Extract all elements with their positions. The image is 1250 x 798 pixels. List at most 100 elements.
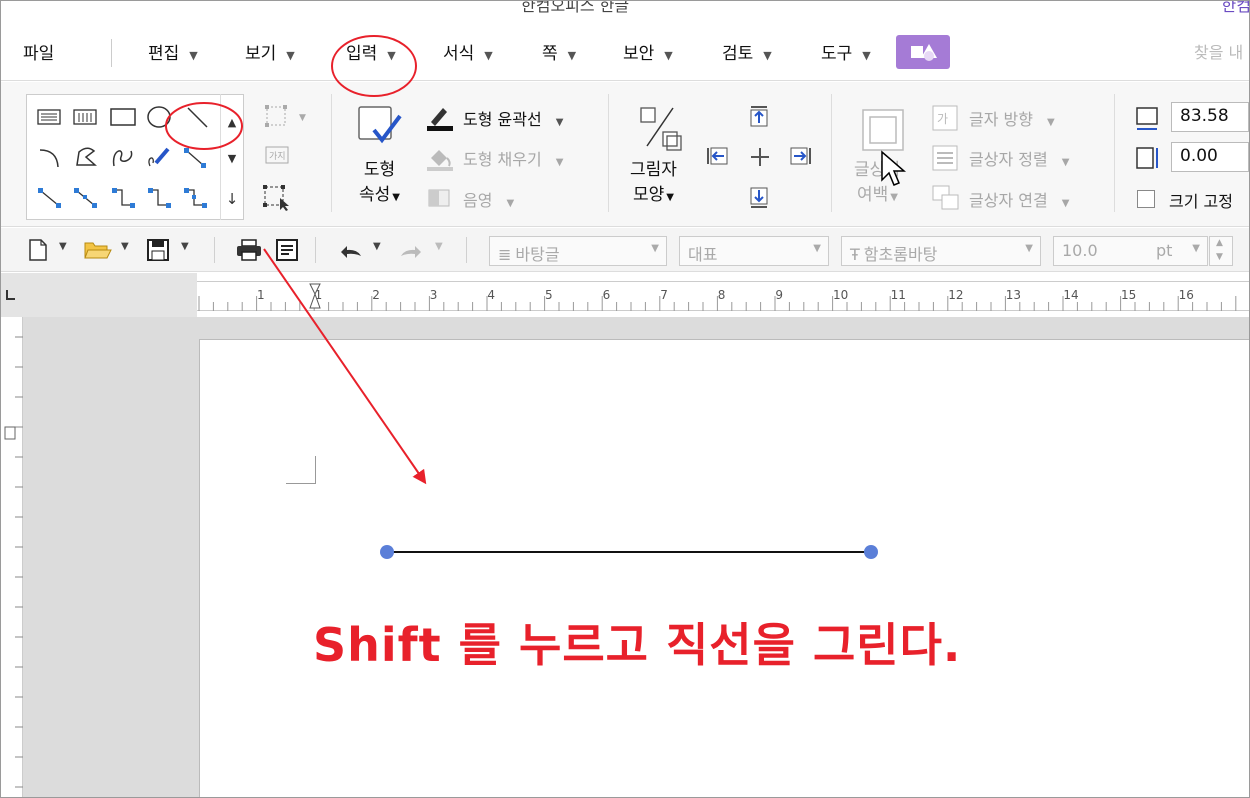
horizontal-ruler[interactable]: 1 1 2 3 4 5 6 7 8 9 10 11 12 13 14 15 16 xyxy=(197,281,1249,311)
vertical-textbox-shape-button[interactable] xyxy=(67,99,103,135)
shadow-down-button[interactable] xyxy=(747,184,771,214)
chevron-down-icon[interactable]: ▼ xyxy=(59,241,67,252)
language-select[interactable]: 대표 ▼ xyxy=(679,236,829,266)
shading-button[interactable]: 음영 ▼ xyxy=(463,187,514,211)
menu-file[interactable]: 파일 xyxy=(23,39,54,64)
font-size-stepper[interactable]: ▲ ▼ xyxy=(1209,236,1233,266)
shadow-up-button[interactable] xyxy=(747,104,771,134)
label-text: 글상자 정렬 xyxy=(969,150,1048,169)
shapes-icon xyxy=(911,44,937,61)
label-line: 도형 xyxy=(363,160,396,180)
menu-format[interactable]: 서식 ▼ xyxy=(443,39,493,64)
lang-value: 대표 xyxy=(688,245,718,264)
open-document-button[interactable] xyxy=(83,238,113,266)
connector-arrow-button[interactable] xyxy=(31,179,67,215)
stepper-down-icon[interactable]: ▼ xyxy=(1216,252,1223,262)
connector-elbow-arrow-button[interactable] xyxy=(141,179,177,215)
chevron-down-icon: ▼ xyxy=(1046,117,1055,128)
connector-elbow-icon xyxy=(112,188,135,208)
ellipse-shape-button[interactable] xyxy=(141,99,177,135)
arc-shape-button[interactable] xyxy=(31,139,67,175)
ruler-tick-label: 7 xyxy=(660,288,668,302)
chevron-down-icon: ▼ xyxy=(555,117,564,128)
shape-fill-button[interactable]: 도형 채우기 ▼ xyxy=(463,146,563,170)
text-direction-button[interactable]: 글자 방향 ▼ xyxy=(969,106,1055,130)
redo-button[interactable] xyxy=(397,238,425,266)
menu-review[interactable]: 검토 ▼ xyxy=(722,39,772,64)
menu-page[interactable]: 쪽 ▼ xyxy=(542,39,576,64)
document-page[interactable] xyxy=(199,339,1249,797)
standard-toolbar: ▼ ▼ ▼ ▼ ▼ ≣ 바탕글 ▼ 대표 ▼ Ŧ 함초롬바탕 ▼ 10.0 pt… xyxy=(1,228,1249,272)
menu-edit[interactable]: 편집 ▼ xyxy=(148,39,198,64)
ribbon-separator xyxy=(608,94,609,212)
ruler-tick-label: 9 xyxy=(775,288,783,302)
print-preview-button[interactable] xyxy=(275,238,299,266)
shadow-right-button[interactable] xyxy=(787,144,813,172)
label-line: 모양 ▼ xyxy=(630,183,677,210)
connector-double-arrow-button[interactable] xyxy=(67,179,103,215)
menu-tools[interactable]: 도구 ▼ xyxy=(821,39,871,64)
shadow-left-button[interactable] xyxy=(705,144,731,172)
shadow-percent-icon xyxy=(640,107,682,151)
chevron-down-icon[interactable]: ▼ xyxy=(373,241,381,252)
connector-elbow-double-button[interactable] xyxy=(177,179,213,215)
mouse-cursor-icon xyxy=(879,150,909,194)
shape-context-tab-button[interactable] xyxy=(896,35,950,69)
textbox-link-button[interactable]: 글상자 연결 ▼ xyxy=(969,187,1069,211)
arrow-up-icon xyxy=(750,106,768,127)
shape-properties-button[interactable] xyxy=(356,104,406,156)
title-bar: 한컴오피스 한글 한컴 xyxy=(1,1,1249,23)
vertical-ruler[interactable] xyxy=(1,317,23,797)
text-frame-icon: 가지 xyxy=(265,146,289,164)
font-select[interactable]: Ŧ 함초롬바탕 ▼ xyxy=(841,236,1041,266)
object-select-icon: ▼ xyxy=(265,105,306,127)
selection-pointer-icon xyxy=(263,185,289,211)
chevron-down-icon[interactable]: ▼ xyxy=(181,241,189,252)
label-text: 글자 방향 xyxy=(969,110,1033,129)
font-size-input[interactable]: 10.0 pt ▼ xyxy=(1053,236,1208,266)
freehand-shape-button[interactable] xyxy=(141,139,177,175)
redo-icon xyxy=(401,246,421,258)
style-list-icon: ≣ xyxy=(498,245,512,264)
line-shape-button[interactable] xyxy=(177,99,213,135)
height-input[interactable]: 0.00 xyxy=(1171,142,1249,172)
ribbon: ▲ ▼ ↓ ▼ 가지 도형 속성 ▼ 도형 윤곽선 ▼ 도형 채우기 ▼ 음영 … xyxy=(1,82,1249,227)
select-object-button[interactable] xyxy=(261,182,293,216)
ruler-corner[interactable] xyxy=(1,273,31,317)
connector-straight-button[interactable] xyxy=(177,139,213,175)
gallery-expand-icon[interactable]: ▼ xyxy=(221,152,243,165)
polygon-shape-button[interactable] xyxy=(67,139,103,175)
menu-view[interactable]: 보기 ▼ xyxy=(245,39,295,64)
text-box-shape-button[interactable] xyxy=(31,99,67,135)
chevron-down-icon[interactable]: ▼ xyxy=(435,241,443,252)
scroll-down-icon[interactable]: ↓ xyxy=(221,190,243,208)
label-text: 도형 윤곽선 xyxy=(463,110,542,129)
scroll-up-icon[interactable]: ▲ xyxy=(221,116,243,129)
rectangle-icon xyxy=(110,108,136,126)
stepper-up-icon[interactable]: ▲ xyxy=(1216,238,1223,248)
new-document-button[interactable] xyxy=(27,238,49,266)
text-direction-icon: 가 xyxy=(931,104,959,136)
paragraph-style-select[interactable]: ≣ 바탕글 ▼ xyxy=(489,236,667,266)
shadow-shape-button[interactable] xyxy=(637,104,685,156)
ruler-tick-label: 12 xyxy=(948,288,963,302)
undo-button[interactable] xyxy=(337,238,365,266)
search-input[interactable]: 찾을 내 xyxy=(1194,39,1243,63)
shape-gallery xyxy=(26,94,244,220)
text-wrap-button[interactable]: 가지 xyxy=(263,142,293,176)
curve-shape-button[interactable] xyxy=(105,139,141,175)
chevron-down-icon[interactable]: ▼ xyxy=(121,241,129,252)
connector-elbow-button[interactable] xyxy=(105,179,141,215)
fix-size-checkbox[interactable] xyxy=(1137,190,1155,208)
gallery-scrollbar[interactable]: ▲ ▼ ↓ xyxy=(220,94,242,220)
menu-insert[interactable]: 입력 ▼ xyxy=(346,39,396,64)
rectangle-shape-button[interactable] xyxy=(105,99,141,135)
menu-security[interactable]: 보안 ▼ xyxy=(623,39,673,64)
shape-outline-button[interactable]: 도형 윤곽선 ▼ xyxy=(463,106,563,130)
width-input[interactable]: 83.58 xyxy=(1171,102,1249,132)
shadow-center-button[interactable] xyxy=(749,146,771,172)
textbox-align-button[interactable]: 글상자 정렬 ▼ xyxy=(969,146,1069,170)
group-objects-button[interactable]: ▼ xyxy=(263,102,309,136)
print-button[interactable] xyxy=(235,238,263,266)
save-button[interactable] xyxy=(146,238,172,266)
